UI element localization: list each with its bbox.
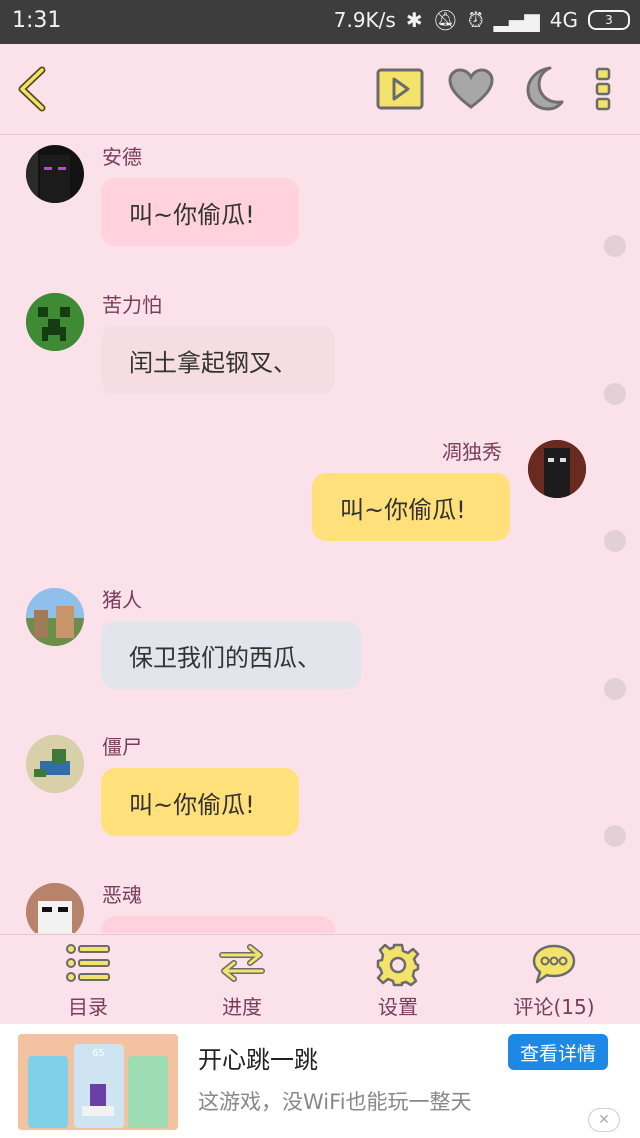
avatar[interactable]: [26, 883, 84, 933]
bluetooth-icon: ✱: [405, 8, 423, 32]
read-indicator: [604, 825, 626, 847]
sender-name: 猪人: [102, 588, 142, 612]
read-indicator: [604, 678, 626, 700]
ad-title: 开心跳一跳: [198, 1046, 318, 1074]
message-bubble[interactable]: 叫~你偷瓜!: [101, 768, 299, 836]
alarm-icon: ⏰︎: [468, 8, 484, 32]
avatar[interactable]: [26, 735, 84, 793]
avatar[interactable]: [528, 440, 586, 498]
read-indicator: [604, 530, 626, 552]
mute-bell-icon: 🔕︎: [432, 8, 458, 32]
message-text: 叫~你偷瓜!: [340, 495, 466, 524]
avatar[interactable]: [26, 293, 84, 351]
message-text: 叫~你偷瓜!: [129, 200, 255, 229]
sender-name: 苦力怕: [102, 293, 162, 317]
message-bubble[interactable]: 叫~你偷瓜!: [312, 473, 510, 541]
network-type: 4G: [549, 8, 578, 32]
sender-name: 凋独秀: [442, 440, 502, 464]
nav-label: 设置: [378, 995, 418, 1019]
status-indicators: 7.9K/s ✱ 🔕︎ ⏰︎ ▂▄▆ 4G 3: [334, 8, 630, 32]
moon-icon[interactable]: [520, 64, 564, 112]
more-vertical-icon[interactable]: [594, 66, 614, 112]
nav-progress[interactable]: 进度: [182, 935, 302, 1025]
bottom-nav: 目录 进度 设置 评论(15): [0, 934, 640, 1025]
message-text: 闰土拿起钢叉、: [129, 348, 297, 377]
read-indicator: [604, 383, 626, 405]
signal-icon: ▂▄▆: [493, 8, 540, 32]
sender-name: 恶魂: [102, 883, 142, 907]
nav-label: 目录: [68, 995, 108, 1019]
nav-settings[interactable]: 设置: [338, 935, 458, 1025]
nav-label: 评论(15): [513, 995, 595, 1019]
status-bar: 1:31 7.9K/s ✱ 🔕︎ ⏰︎ ▂▄▆ 4G 3: [0, 0, 640, 44]
top-toolbar: [0, 44, 640, 135]
play-icon[interactable]: [376, 68, 424, 110]
sender-name: 僵尸: [102, 735, 142, 759]
status-time: 1:31: [12, 8, 62, 33]
nav-comments[interactable]: 评论(15): [494, 935, 614, 1025]
nav-catalog[interactable]: 目录: [28, 935, 148, 1025]
ad-thumb-score: 65: [92, 1048, 105, 1059]
message-bubble[interactable]: 保卫我们的西瓜、: [101, 621, 361, 689]
comment-bubble-icon: [532, 944, 576, 984]
ad-details-button[interactable]: 查看详情: [508, 1034, 608, 1070]
list-icon: [66, 944, 110, 982]
sender-name: 安德: [102, 145, 142, 169]
avatar[interactable]: [26, 588, 84, 646]
message-bubble[interactable]: 叫~你偷瓜!: [101, 178, 299, 246]
heart-icon[interactable]: [448, 68, 494, 110]
chevron-left-icon[interactable]: [14, 66, 50, 112]
nav-label: 进度: [222, 995, 262, 1019]
chat-list[interactable]: 安德 叫~你偷瓜! 苦力怕 闰土拿起钢叉、 凋独秀 叫~你偷瓜! 猪人 保卫我们…: [0, 135, 640, 933]
avatar[interactable]: [26, 145, 84, 203]
ad-description: 这游戏，没WiFi也能玩一整天: [198, 1090, 472, 1114]
read-indicator: [604, 235, 626, 257]
message-text: 叫~你偷瓜!: [129, 790, 255, 819]
message-text: 保卫我们的西瓜、: [129, 643, 321, 672]
battery-level: 3: [605, 13, 613, 27]
message-bubble[interactable]: [101, 916, 335, 933]
gear-icon: [376, 943, 420, 987]
swap-arrows-icon: [219, 944, 265, 982]
close-icon[interactable]: ✕: [588, 1108, 620, 1132]
network-speed: 7.9K/s: [333, 8, 396, 32]
message-bubble[interactable]: 闰土拿起钢叉、: [101, 326, 335, 394]
battery-icon: 3: [588, 10, 630, 30]
ad-thumbnail[interactable]: 65: [18, 1034, 178, 1130]
ad-banner[interactable]: 65 开心跳一跳 这游戏，没WiFi也能玩一整天 查看详情 ✕: [0, 1024, 640, 1138]
